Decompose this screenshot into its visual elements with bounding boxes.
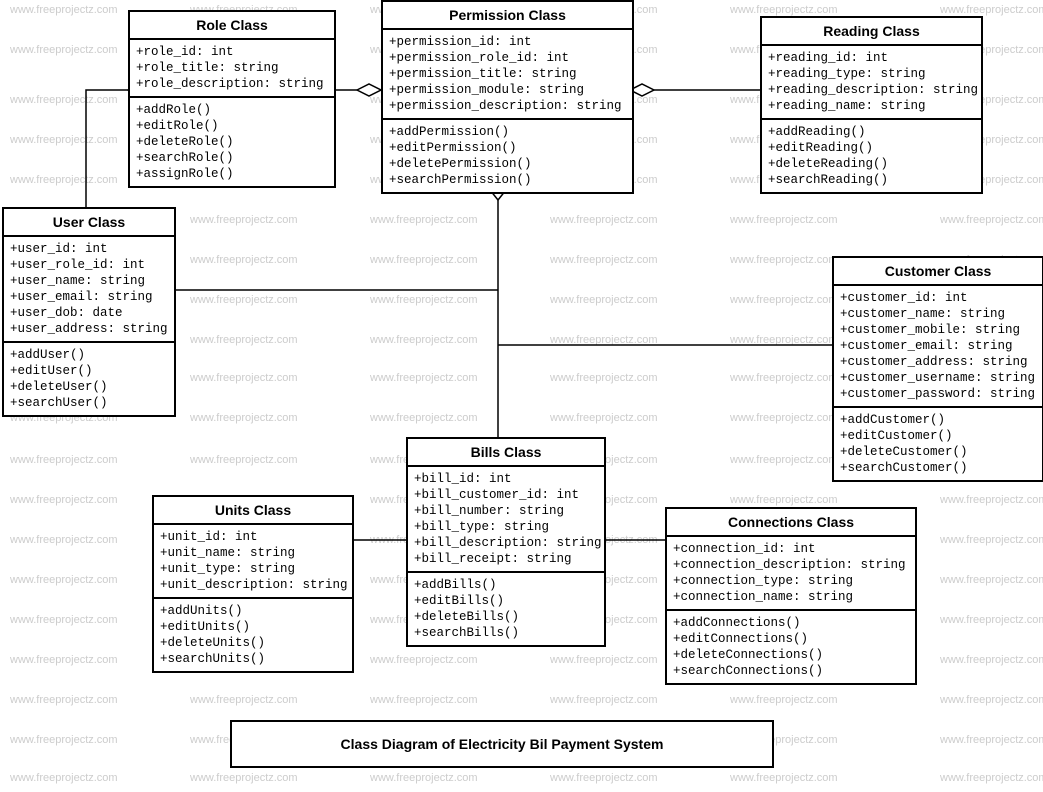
- class-permission: Permission Class +permission_id: int+per…: [381, 0, 634, 194]
- class-user-title: User Class: [4, 209, 174, 237]
- class-customer-title: Customer Class: [834, 258, 1042, 286]
- diagram-title: Class Diagram of Electricity Bil Payment…: [341, 736, 664, 752]
- class-role-methods: +addRole()+editRole()+deleteRole()+searc…: [130, 96, 334, 186]
- class-units: Units Class +unit_id: int+unit_name: str…: [152, 495, 354, 673]
- class-user: User Class +user_id: int+user_role_id: i…: [2, 207, 176, 417]
- class-connections-attrs: +connection_id: int+connection_descripti…: [667, 537, 915, 609]
- class-connections-methods: +addConnections()+editConnections()+dele…: [667, 609, 915, 683]
- class-role-attrs: +role_id: int+role_title: string+role_de…: [130, 40, 334, 96]
- class-customer: Customer Class +customer_id: int+custome…: [832, 256, 1043, 482]
- class-customer-attrs: +customer_id: int+customer_name: string+…: [834, 286, 1042, 406]
- class-units-title: Units Class: [154, 497, 352, 525]
- class-connections: Connections Class +connection_id: int+co…: [665, 507, 917, 685]
- class-bills-title: Bills Class: [408, 439, 604, 467]
- class-bills-methods: +addBills()+editBills()+deleteBills()+se…: [408, 571, 604, 645]
- class-user-attrs: +user_id: int+user_role_id: int+user_nam…: [4, 237, 174, 341]
- class-permission-attrs: +permission_id: int+permission_role_id: …: [383, 30, 632, 118]
- class-connections-title: Connections Class: [667, 509, 915, 537]
- class-role-title: Role Class: [130, 12, 334, 40]
- class-bills-attrs: +bill_id: int+bill_customer_id: int+bill…: [408, 467, 604, 571]
- class-user-methods: +addUser()+editUser()+deleteUser()+searc…: [4, 341, 174, 415]
- class-reading-methods: +addReading()+editReading()+deleteReadin…: [762, 118, 981, 192]
- diagram-title-box: Class Diagram of Electricity Bil Payment…: [230, 720, 774, 768]
- class-reading-attrs: +reading_id: int+reading_type: string+re…: [762, 46, 981, 118]
- class-bills: Bills Class +bill_id: int+bill_customer_…: [406, 437, 606, 647]
- class-reading: Reading Class +reading_id: int+reading_t…: [760, 16, 983, 194]
- class-reading-title: Reading Class: [762, 18, 981, 46]
- class-role: Role Class +role_id: int+role_title: str…: [128, 10, 336, 188]
- class-permission-title: Permission Class: [383, 2, 632, 30]
- class-customer-methods: +addCustomer()+editCustomer()+deleteCust…: [834, 406, 1042, 480]
- class-units-methods: +addUnits()+editUnits()+deleteUnits()+se…: [154, 597, 352, 671]
- class-permission-methods: +addPermission()+editPermission()+delete…: [383, 118, 632, 192]
- class-units-attrs: +unit_id: int+unit_name: string+unit_typ…: [154, 525, 352, 597]
